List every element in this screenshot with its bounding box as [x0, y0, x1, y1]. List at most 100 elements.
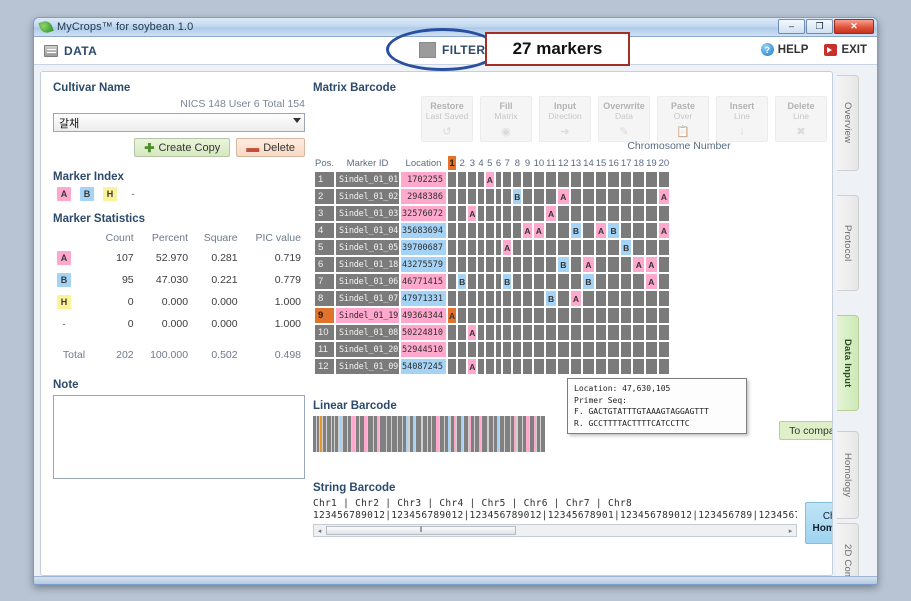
help-button[interactable]: ? HELP [760, 43, 808, 56]
tab-protocol[interactable]: Protocol [837, 195, 860, 291]
matrix-cell[interactable] [503, 257, 512, 272]
string-barcode-scrollbar[interactable]: ◂ ‖ ▸ [313, 524, 797, 537]
chromosome-header-14[interactable]: 14 [583, 156, 594, 170]
matrix-cell[interactable] [595, 206, 607, 221]
matrix-cell[interactable] [658, 342, 670, 357]
matrix-cell[interactable] [595, 291, 607, 306]
matrix-cell[interactable] [570, 257, 582, 272]
matrix-cell[interactable] [513, 172, 522, 187]
matrix-cell[interactable] [570, 189, 582, 204]
matrix-cell[interactable] [447, 172, 457, 187]
matrix-cell[interactable] [633, 325, 645, 340]
matrix-cell[interactable] [633, 223, 645, 238]
chromosome-header-19[interactable]: 19 [646, 156, 657, 170]
insert-line-button[interactable]: Insert Line ↓ [716, 96, 768, 142]
matrix-row-location[interactable]: 2948386 [401, 189, 446, 204]
matrix-cell[interactable] [620, 189, 632, 204]
input-direction-button[interactable]: Input Direction ➔ [539, 96, 591, 142]
matrix-row-marker-id[interactable]: Sindel_01_06 [336, 274, 400, 289]
matrix-cell[interactable] [513, 274, 522, 289]
matrix-cell[interactable]: A [646, 257, 657, 272]
marker-chip-h[interactable]: H [103, 187, 117, 201]
matrix-cell[interactable] [447, 291, 457, 306]
matrix-cell[interactable]: A [503, 240, 512, 255]
matrix-cell[interactable] [620, 223, 632, 238]
matrix-cell[interactable] [570, 240, 582, 255]
chromosome-header-15[interactable]: 15 [596, 156, 607, 170]
matrix-cell[interactable] [468, 172, 477, 187]
matrix-cell[interactable] [608, 359, 619, 374]
matrix-cell[interactable]: B [570, 223, 582, 238]
matrix-cell[interactable] [658, 325, 670, 340]
matrix-cell[interactable] [447, 223, 457, 238]
matrix-cell[interactable] [468, 308, 477, 323]
matrix-row-marker-id[interactable]: Sindel_01_03 [336, 206, 400, 221]
close-button[interactable]: ✕ [834, 19, 874, 34]
matrix-cell[interactable] [570, 308, 582, 323]
matrix-cell[interactable] [608, 206, 619, 221]
matrix-cell[interactable] [533, 172, 545, 187]
matrix-cell[interactable]: A [583, 257, 594, 272]
matrix-cell[interactable] [495, 359, 502, 374]
matrix-cell[interactable] [633, 240, 645, 255]
matrix-cell[interactable] [478, 257, 484, 272]
matrix-cell[interactable] [485, 308, 494, 323]
matrix-row-marker-id[interactable]: Sindel_01_07 [336, 291, 400, 306]
chromosome-header-13[interactable]: 13 [571, 156, 582, 170]
matrix-cell[interactable] [646, 342, 657, 357]
matrix-row[interactable]: 11 Sindel_01_20 52944510 [315, 342, 670, 357]
matrix-row-pos[interactable]: 7 [315, 274, 335, 289]
matrix-cell[interactable] [533, 325, 545, 340]
scroll-right-icon[interactable]: ▸ [785, 527, 796, 535]
matrix-cell[interactable] [570, 342, 582, 357]
matrix-cell[interactable]: A [468, 359, 477, 374]
matrix-cell[interactable]: A [595, 223, 607, 238]
matrix-cell[interactable] [468, 189, 477, 204]
matrix-cell[interactable] [495, 291, 502, 306]
matrix-row-location[interactable]: 49364344 [401, 308, 446, 323]
chromosome-header-12[interactable]: 12 [558, 156, 569, 170]
matrix-cell[interactable] [546, 308, 557, 323]
matrix-cell[interactable]: A [658, 223, 670, 238]
matrix-cell[interactable]: A [533, 223, 545, 238]
chromosome-header-20[interactable]: 20 [659, 156, 670, 170]
chromosome-header-16[interactable]: 16 [608, 156, 619, 170]
matrix-cell[interactable] [570, 274, 582, 289]
matrix-cell[interactable] [570, 359, 582, 374]
matrix-cell[interactable] [583, 308, 594, 323]
matrix-cell[interactable] [478, 308, 484, 323]
matrix-row-marker-id[interactable]: Sindel_01_20 [336, 342, 400, 357]
matrix-cell[interactable]: B [620, 240, 632, 255]
matrix-cell[interactable] [478, 206, 484, 221]
matrix-cell[interactable] [546, 342, 557, 357]
matrix-cell[interactable] [646, 223, 657, 238]
matrix-cell[interactable] [595, 342, 607, 357]
matrix-cell[interactable] [523, 308, 532, 323]
matrix-row-pos[interactable]: 4 [315, 223, 335, 238]
matrix-cell[interactable] [478, 172, 484, 187]
matrix-cell[interactable] [608, 189, 619, 204]
marker-chip-a[interactable]: A [57, 187, 71, 201]
matrix-cell[interactable] [633, 359, 645, 374]
matrix-cell[interactable] [513, 257, 522, 272]
minimize-button[interactable]: – [778, 19, 805, 34]
chromosome-header-1[interactable]: 1 [447, 156, 457, 170]
matrix-row-marker-id[interactable]: Sindel_01_02 [336, 189, 400, 204]
matrix-cell[interactable] [478, 240, 484, 255]
matrix-cell[interactable] [620, 206, 632, 221]
matrix-cell[interactable] [533, 257, 545, 272]
matrix-cell[interactable] [468, 342, 477, 357]
matrix-row-pos[interactable]: 12 [315, 359, 335, 374]
matrix-cell[interactable] [558, 308, 569, 323]
matrix-cell[interactable] [523, 342, 532, 357]
matrix-cell[interactable] [620, 274, 632, 289]
matrix-cell[interactable] [485, 325, 494, 340]
matrix-cell[interactable] [546, 274, 557, 289]
matrix-cell[interactable] [595, 274, 607, 289]
matrix-cell[interactable] [513, 308, 522, 323]
matrix-cell[interactable] [658, 172, 670, 187]
matrix-cell[interactable] [558, 206, 569, 221]
matrix-cell[interactable] [523, 359, 532, 374]
matrix-cell[interactable] [447, 206, 457, 221]
matrix-cell[interactable] [533, 308, 545, 323]
